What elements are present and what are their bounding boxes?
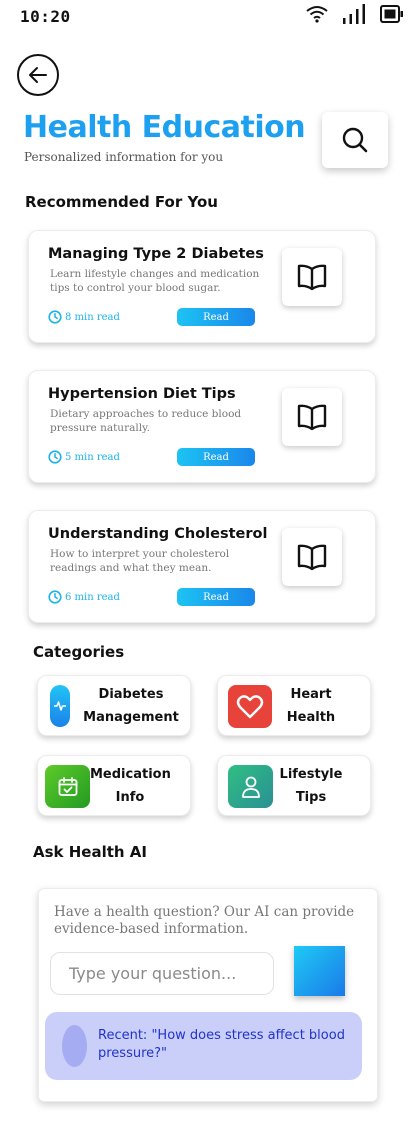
category-label: Lifestyle Tips: [279, 767, 343, 805]
categories-heading: Categories: [33, 643, 125, 661]
read-time: 5 min read: [48, 450, 120, 464]
book-open-icon: [297, 544, 327, 571]
recent-avatar: [62, 1025, 87, 1067]
ask-ai-heading: Ask Health AI: [33, 843, 147, 861]
page-subtitle: Personalized information for you: [24, 150, 224, 164]
read-time: 8 min read: [48, 310, 120, 324]
page-title: Health Education: [23, 110, 306, 145]
clock-icon: [48, 310, 62, 324]
ask-ai-card: Have a health question? Our AI can provi…: [38, 888, 378, 1102]
book-button[interactable]: [282, 248, 342, 306]
search-icon: [342, 127, 368, 153]
book-button[interactable]: [282, 528, 342, 586]
article-card[interactable]: Managing Type 2 Diabetes Learn lifestyle…: [28, 230, 376, 343]
book-button[interactable]: [282, 388, 342, 446]
send-button[interactable]: [294, 946, 345, 996]
article-description: Learn lifestyle changes and medication t…: [50, 268, 260, 294]
article-card[interactable]: Hypertension Diet Tips Dietary approache…: [28, 370, 376, 483]
question-input[interactable]: [50, 952, 274, 995]
signal-icon: [343, 4, 365, 24]
book-open-icon: [297, 264, 327, 291]
article-title: Managing Type 2 Diabetes: [48, 246, 264, 262]
category-label: Diabetes Management: [83, 687, 179, 725]
read-button[interactable]: Read: [177, 308, 255, 326]
category-heart-health[interactable]: Heart Health: [217, 675, 371, 736]
search-button[interactable]: [322, 112, 388, 168]
calendar-check-icon: [45, 765, 90, 808]
category-label: Medication Info: [90, 767, 171, 805]
ai-intro-text: Have a health question? Our AI can provi…: [54, 904, 355, 937]
category-label: Heart Health: [286, 687, 336, 725]
article-description: How to interpret your cholesterol readin…: [50, 548, 230, 574]
recommended-heading: Recommended For You: [25, 193, 218, 211]
article-card[interactable]: Understanding Cholesterol How to interpr…: [28, 510, 376, 623]
read-time-label: 8 min read: [65, 311, 120, 323]
read-button[interactable]: Read: [177, 588, 255, 606]
back-button[interactable]: [17, 54, 59, 96]
recent-question[interactable]: Recent: "How does stress affect blood pr…: [45, 1012, 362, 1080]
article-description: Dietary approaches to reduce blood press…: [50, 408, 242, 434]
article-title: Understanding Cholesterol: [48, 526, 268, 542]
read-time-label: 6 min read: [65, 591, 120, 603]
category-lifestyle[interactable]: Lifestyle Tips: [217, 755, 371, 816]
wifi-icon: [306, 6, 328, 23]
clock-icon: [48, 590, 62, 604]
category-diabetes[interactable]: Diabetes Management: [37, 675, 191, 736]
arrow-left-icon: [29, 67, 47, 83]
article-title: Hypertension Diet Tips: [48, 386, 236, 402]
read-time: 6 min read: [48, 590, 120, 604]
status-bar: 10:20: [0, 0, 412, 34]
read-button[interactable]: Read: [177, 448, 255, 466]
recent-question-text: Recent: "How does stress affect blood pr…: [98, 1028, 345, 1061]
book-open-icon: [297, 404, 327, 431]
user-icon: [228, 765, 273, 808]
activity-icon: [50, 685, 70, 727]
clock-icon: [48, 450, 62, 464]
battery-icon: [380, 5, 403, 23]
heart-icon: [228, 685, 272, 728]
status-icons: [306, 4, 404, 24]
category-medication[interactable]: Medication Info: [37, 755, 191, 816]
status-time: 10:20: [20, 7, 71, 26]
read-time-label: 5 min read: [65, 451, 120, 463]
